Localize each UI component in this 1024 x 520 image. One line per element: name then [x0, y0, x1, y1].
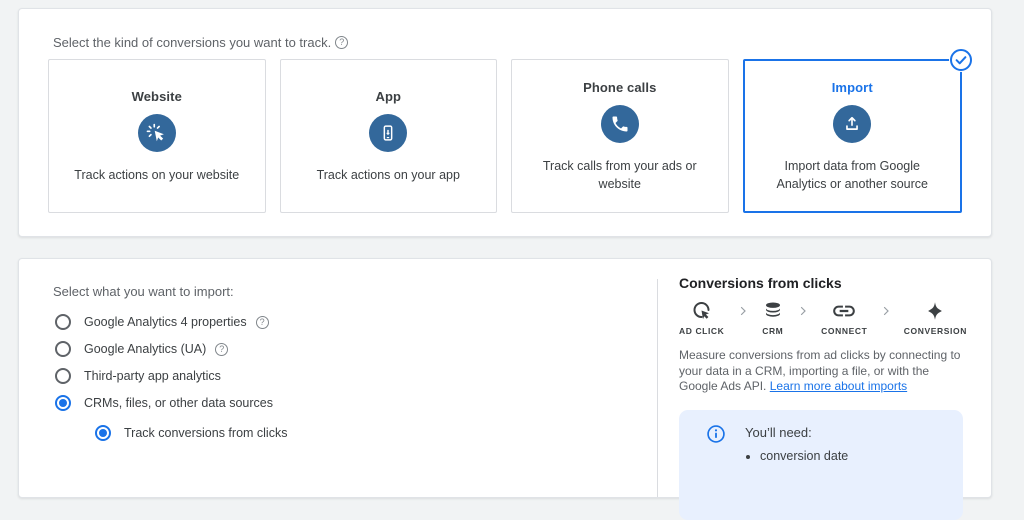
radio-ga-ua[interactable]: Google Analytics (UA) ?	[55, 341, 287, 357]
card-phone-calls[interactable]: Phone calls Track calls from your ads or…	[511, 59, 729, 213]
card-website[interactable]: Website Track actions on your website	[48, 59, 266, 213]
radio-label: Track conversions from clicks	[124, 426, 287, 440]
flow-step-label: CRM	[762, 326, 783, 336]
flow-step-label: AD CLICK	[679, 326, 724, 336]
youll-need-info-box: You’ll need: conversion date	[679, 410, 963, 520]
conversions-from-clicks-details: Conversions from clicks AD CLICK	[679, 275, 967, 520]
card-app-title: App	[375, 89, 401, 104]
help-icon[interactable]: ?	[256, 316, 269, 329]
card-website-title: Website	[132, 89, 182, 104]
info-box-list: conversion date	[760, 447, 848, 465]
kind-panel-title-text: Select the kind of conversions you want …	[53, 35, 331, 50]
vertical-divider	[657, 279, 658, 497]
flow-step-crm: CRM	[761, 299, 785, 336]
flow-step-ad-click: AD CLICK	[679, 299, 724, 336]
chevron-right-icon	[797, 304, 809, 322]
mobile-app-icon	[369, 114, 407, 152]
card-phone-calls-title: Phone calls	[583, 80, 656, 95]
selected-check-icon	[949, 48, 973, 72]
card-import-title: Import	[832, 80, 873, 95]
radio-button[interactable]	[55, 395, 71, 411]
radio-button[interactable]	[55, 368, 71, 384]
sparkle-icon	[924, 299, 946, 323]
import-source-panel: Select what you want to import: Google A…	[18, 258, 992, 498]
help-icon[interactable]: ?	[215, 343, 228, 356]
radio-label: Google Analytics 4 properties	[84, 315, 247, 329]
radio-label: CRMs, files, or other data sources	[84, 396, 273, 410]
radio-label: Google Analytics (UA)	[84, 342, 206, 356]
ad-click-icon	[138, 114, 176, 152]
import-panel-title: Select what you want to import:	[53, 284, 234, 299]
card-import[interactable]: Import Import data from Google Analytics…	[743, 59, 963, 213]
card-import-description: Import data from Google Analytics or ano…	[763, 157, 941, 193]
info-icon	[706, 423, 726, 520]
link-icon	[831, 299, 857, 323]
radio-crms-files[interactable]: CRMs, files, or other data sources	[55, 395, 287, 411]
radio-third-party-app[interactable]: Third-party app analytics	[55, 368, 287, 384]
kind-panel-title: Select the kind of conversions you want …	[53, 35, 348, 50]
info-box-list-item: conversion date	[760, 447, 848, 465]
import-options-list: Google Analytics 4 properties ? Google A…	[55, 314, 287, 452]
ad-click-search-icon	[690, 299, 714, 323]
flow-step-connect: CONNECT	[821, 299, 867, 336]
upload-icon	[833, 105, 871, 143]
info-box-content: You’ll need: conversion date	[745, 423, 848, 520]
radio-button[interactable]	[95, 425, 111, 441]
conversion-kind-cards: Website Track actions on your website Ap…	[48, 59, 962, 213]
card-phone-calls-description: Track calls from your ads or website	[531, 157, 709, 193]
chevron-right-icon	[737, 304, 749, 322]
details-heading: Conversions from clicks	[679, 275, 967, 291]
radio-ga4-properties[interactable]: Google Analytics 4 properties ?	[55, 314, 287, 330]
import-flow-diagram: AD CLICK CRM	[679, 299, 967, 336]
flow-step-conversion: CONVERSION	[904, 299, 967, 336]
radio-track-conversions-from-clicks[interactable]: Track conversions from clicks	[95, 425, 287, 441]
info-box-title: You’ll need:	[745, 423, 848, 440]
radio-label: Third-party app analytics	[84, 369, 221, 383]
flow-step-label: CONVERSION	[904, 326, 967, 336]
learn-more-link[interactable]: Learn more about imports	[770, 379, 907, 393]
phone-icon	[601, 105, 639, 143]
flow-step-label: CONNECT	[821, 326, 867, 336]
card-app[interactable]: App Track actions on your app	[280, 59, 498, 213]
details-description: Measure conversions from ad clicks by co…	[679, 348, 967, 395]
card-website-description: Track actions on your website	[74, 166, 239, 184]
conversion-kind-panel: Select the kind of conversions you want …	[18, 8, 992, 237]
help-icon[interactable]: ?	[335, 36, 348, 49]
chevron-right-icon	[880, 304, 892, 322]
card-app-description: Track actions on your app	[317, 166, 460, 184]
radio-button[interactable]	[55, 314, 71, 330]
database-icon	[761, 299, 785, 323]
radio-button[interactable]	[55, 341, 71, 357]
